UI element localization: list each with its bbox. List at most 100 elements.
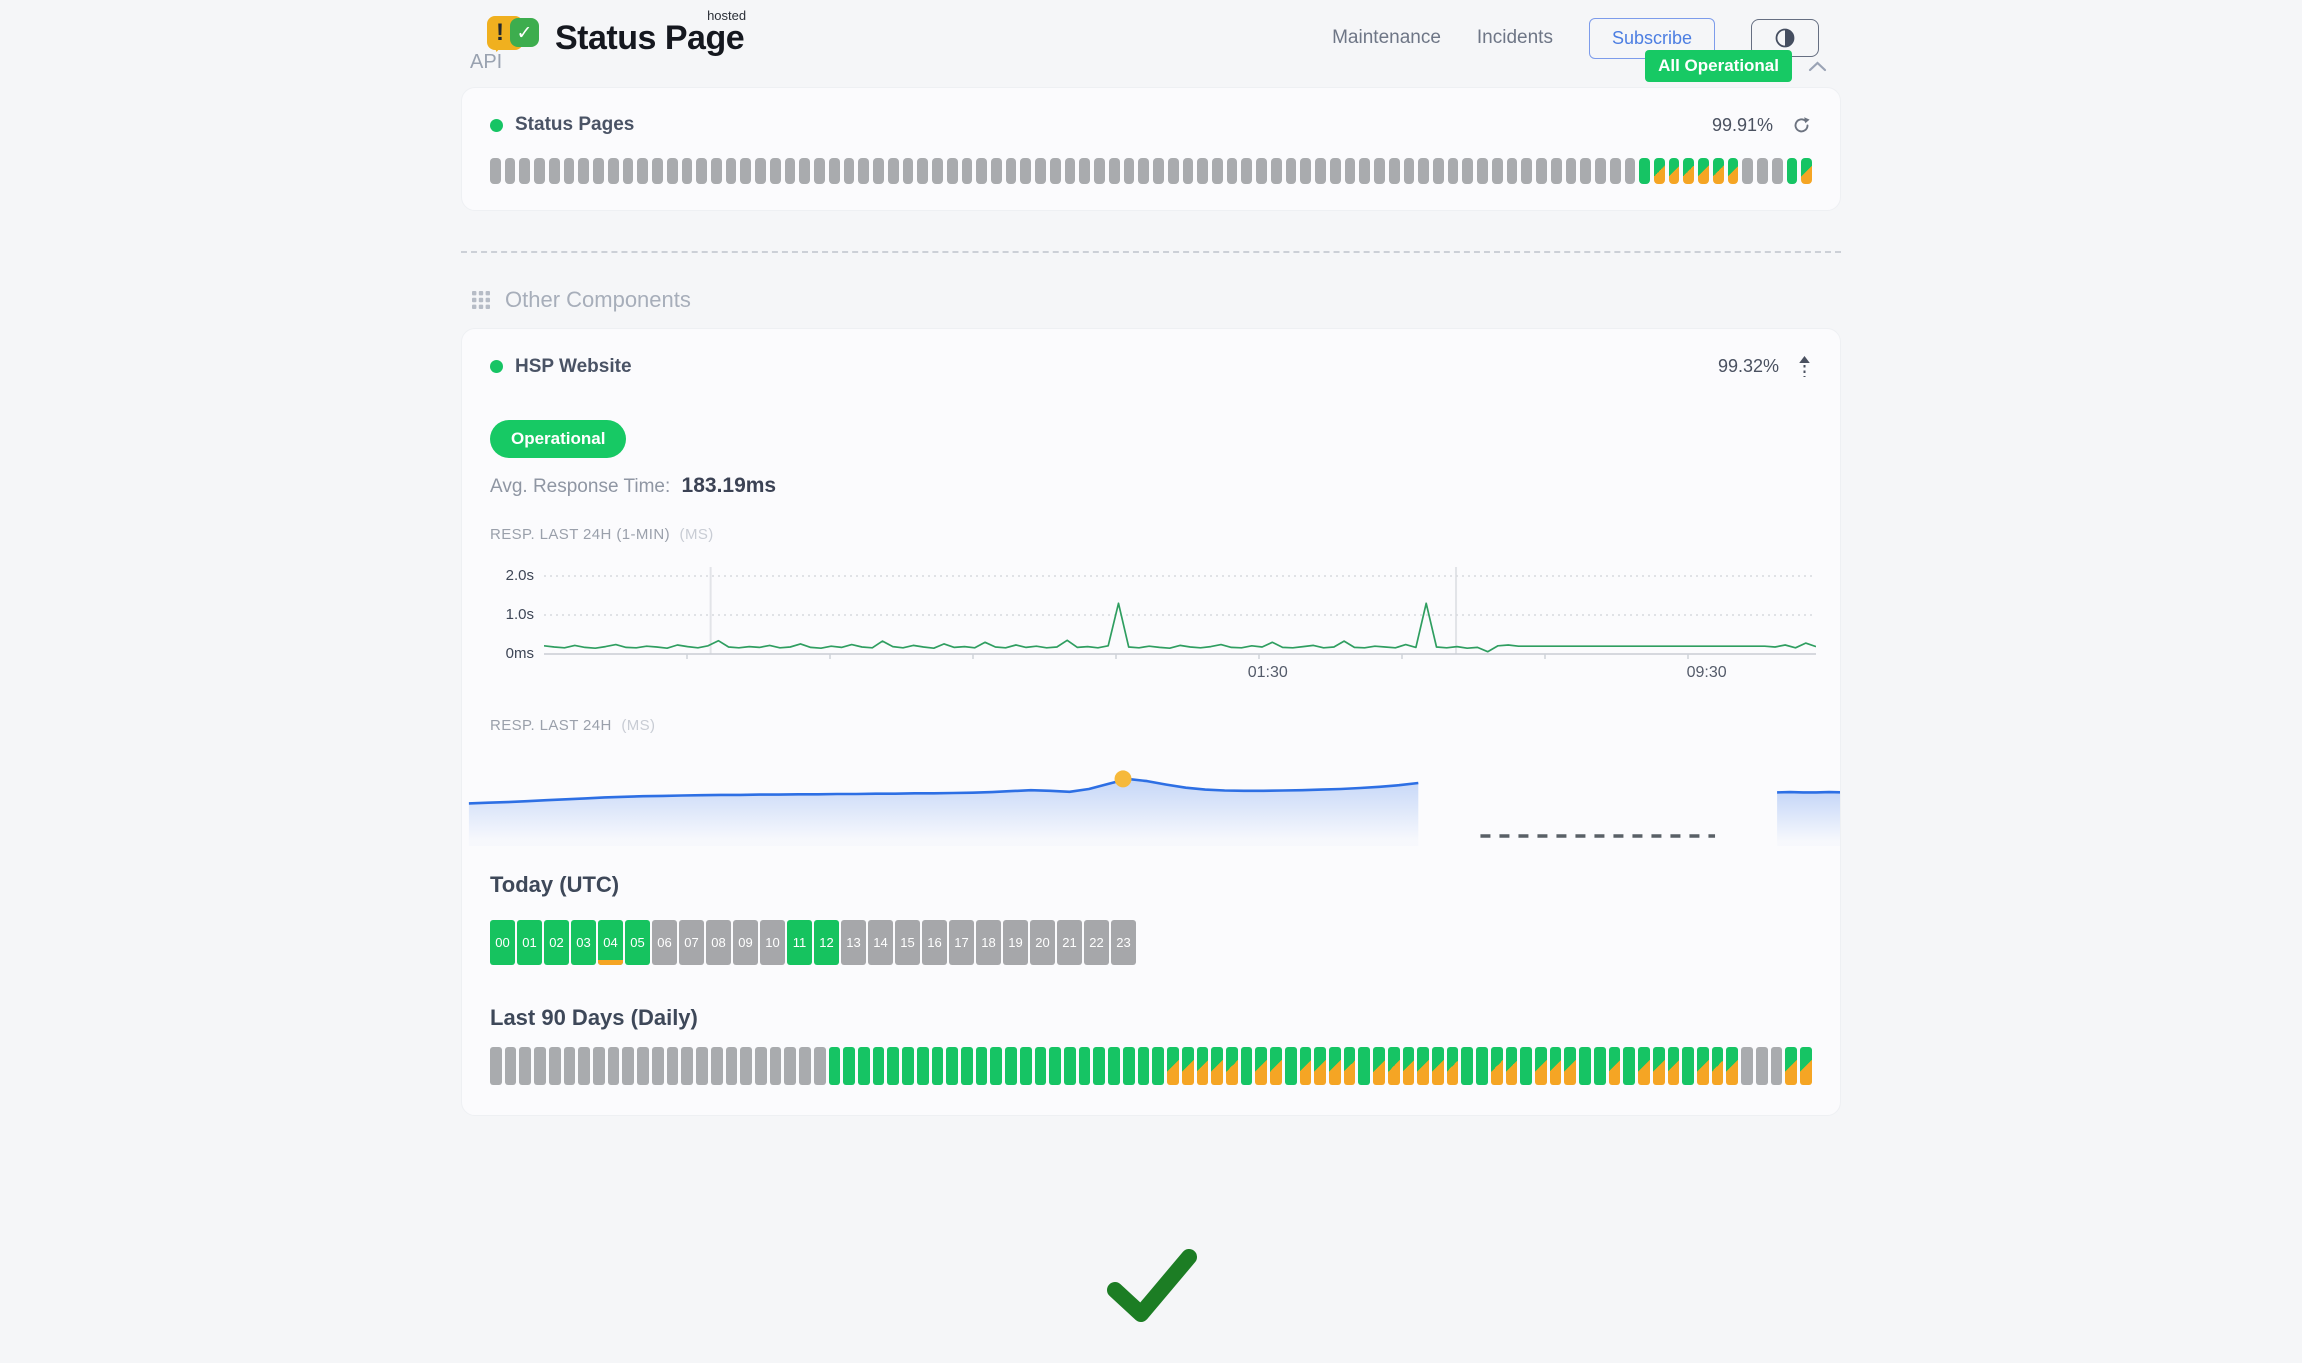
uptime-bar <box>1653 1047 1665 1085</box>
collapse-arrow-icon[interactable] <box>1797 355 1812 378</box>
uptime-bar <box>755 1047 767 1085</box>
uptime-bar <box>1654 158 1665 184</box>
chevron-up-icon[interactable] <box>1808 61 1827 72</box>
uptime-bar <box>490 158 501 184</box>
uptime-bar <box>1668 1047 1680 1085</box>
hour-cell-20: 20 <box>1030 920 1055 965</box>
uptime-bar <box>696 158 707 184</box>
uptime-bar <box>1241 158 1252 184</box>
uptime-bar <box>505 158 516 184</box>
uptime-bar <box>1020 158 1031 184</box>
component-uptime: 99.32% <box>1718 356 1779 377</box>
uptime-bar-strip <box>490 158 1812 184</box>
uptime-bar <box>976 158 987 184</box>
nav-link-incidents[interactable]: Incidents <box>1477 27 1553 49</box>
uptime-bar <box>1182 1047 1194 1085</box>
daily-uptime-bar-strip <box>490 1047 1812 1085</box>
uptime-bar <box>1698 158 1709 184</box>
uptime-bar <box>1300 158 1311 184</box>
uptime-bar <box>593 158 604 184</box>
uptime-bar <box>637 158 648 184</box>
logo-check-icon: ✓ <box>510 18 539 47</box>
today-heading: Today (UTC) <box>490 872 1812 898</box>
uptime-bar <box>1212 158 1223 184</box>
component-uptime: 99.91% <box>1712 115 1773 136</box>
uptime-bar <box>1108 1047 1120 1085</box>
uptime-bar <box>829 158 840 184</box>
uptime-bar <box>1535 1047 1547 1085</box>
uptime-bar <box>888 158 899 184</box>
refresh-icon[interactable] <box>1791 115 1812 136</box>
uptime-bar <box>1020 1047 1032 1085</box>
uptime-bar <box>1787 158 1798 184</box>
grid-icon <box>470 289 492 311</box>
uptime-bar <box>844 158 855 184</box>
uptime-bar <box>1713 158 1724 184</box>
hour-cell-07: 07 <box>679 920 704 965</box>
uptime-bar <box>1344 1047 1356 1085</box>
chart2-label: RESP. LAST 24H <box>490 717 612 734</box>
uptime-bar <box>962 158 973 184</box>
uptime-bar <box>932 158 943 184</box>
uptime-bar <box>682 158 693 184</box>
uptime-bar <box>1491 1047 1503 1085</box>
hsp-website-card: HSP Website 99.32% Operational Avg. Resp… <box>461 328 1841 1116</box>
hour-cell-11: 11 <box>787 920 812 965</box>
chart1-y-tick: 2.0s <box>490 567 534 585</box>
avg-response-value: 183.19ms <box>682 474 777 497</box>
uptime-bar <box>1432 1047 1444 1085</box>
uptime-bar <box>608 158 619 184</box>
component-name: HSP Website <box>515 356 632 378</box>
component-status-dot <box>490 119 503 132</box>
uptime-bar <box>1255 1047 1267 1085</box>
uptime-bar <box>873 158 884 184</box>
uptime-bar <box>1226 1047 1238 1085</box>
hour-degraded-marker <box>598 960 623 965</box>
status-page: ! ✓ Status Page hosted Maintenance Incid… <box>0 0 2302 1363</box>
other-components-title: Other Components <box>505 287 691 313</box>
uptime-bar <box>1093 1047 1105 1085</box>
uptime-bar <box>1050 158 1061 184</box>
uptime-bar <box>1049 1047 1061 1085</box>
chart1-y-tick: 1.0s <box>490 606 534 624</box>
uptime-bar <box>1669 158 1680 184</box>
uptime-bar <box>843 1047 855 1085</box>
chart2-plot <box>462 746 1841 846</box>
uptime-bar <box>519 158 530 184</box>
uptime-bar <box>1065 158 1076 184</box>
uptime-bar <box>1610 158 1621 184</box>
uptime-bar <box>652 158 663 184</box>
uptime-bar <box>1138 1047 1150 1085</box>
uptime-bar <box>681 1047 693 1085</box>
chart2-unit: (MS) <box>621 717 655 734</box>
uptime-bar <box>711 1047 723 1085</box>
uptime-bar <box>946 1047 958 1085</box>
uptime-bar <box>726 1047 738 1085</box>
chart1-unit: (MS) <box>680 526 714 543</box>
uptime-bar <box>770 1047 782 1085</box>
uptime-bar <box>652 1047 664 1085</box>
uptime-bar <box>1094 158 1105 184</box>
uptime-bar <box>1271 158 1282 184</box>
uptime-bar <box>622 1047 634 1085</box>
brand: ! ✓ Status Page hosted <box>487 14 744 62</box>
uptime-bar <box>1330 158 1341 184</box>
uptime-bar <box>1623 1047 1635 1085</box>
uptime-bar <box>1403 1047 1415 1085</box>
brand-title: Status Page <box>555 19 744 57</box>
component-name: Status Pages <box>515 114 634 136</box>
uptime-bar <box>1211 1047 1223 1085</box>
uptime-bar <box>1079 1047 1091 1085</box>
nav-link-maintenance[interactable]: Maintenance <box>1332 27 1441 49</box>
operational-status-badge: Operational <box>490 420 626 458</box>
uptime-bar <box>1683 158 1694 184</box>
uptime-bar <box>1638 1047 1650 1085</box>
uptime-bar <box>1462 158 1473 184</box>
response-time-24h-chart <box>462 746 1840 846</box>
uptime-bar <box>829 1047 841 1085</box>
overall-status-badge[interactable]: All Operational <box>1645 50 1792 82</box>
uptime-bar <box>667 158 678 184</box>
uptime-bar <box>1183 158 1194 184</box>
uptime-bar <box>1256 158 1267 184</box>
uptime-bar <box>1742 158 1753 184</box>
